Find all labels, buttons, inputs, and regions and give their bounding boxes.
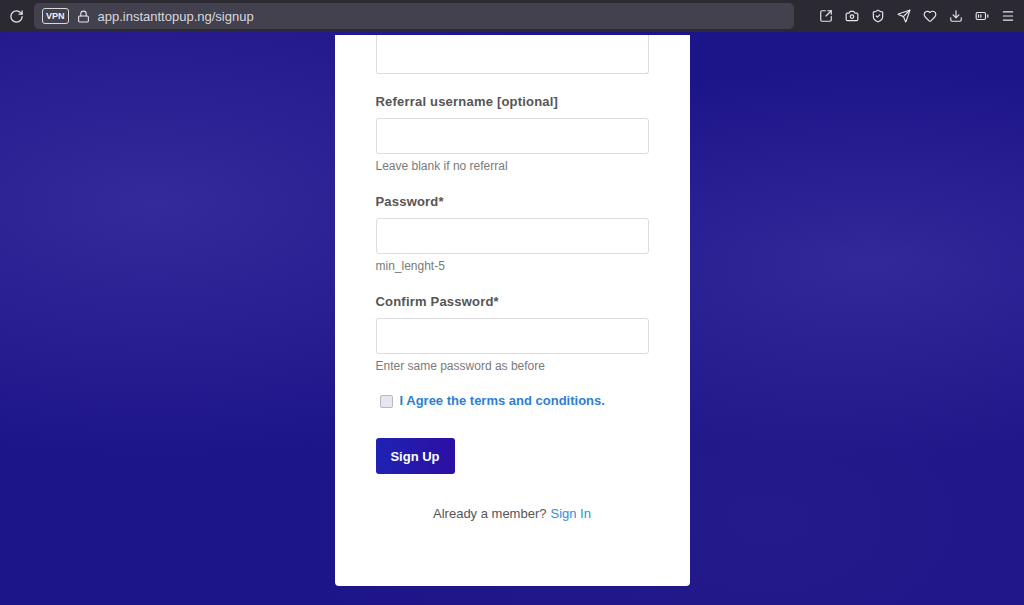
toolbar-button[interactable] xyxy=(816,6,836,26)
field-label: Password* xyxy=(376,194,649,210)
signup-button[interactable]: Sign Up xyxy=(376,438,455,474)
vpn-badge[interactable]: VPN xyxy=(42,8,69,24)
signin-prompt: Already a member? Sign In xyxy=(376,506,649,522)
form-field: Password* min_lenght-5 xyxy=(376,194,649,274)
field-hint: min_lenght-5 xyxy=(376,258,649,274)
toolbar-button[interactable] xyxy=(920,6,940,26)
text-input[interactable] xyxy=(376,35,649,74)
form-field xyxy=(376,35,649,74)
signin-link[interactable]: Sign In xyxy=(550,506,590,521)
terms-row[interactable]: I Agree the terms and conditions. xyxy=(380,393,649,409)
form-field: Referral username [optional] Leave blank … xyxy=(376,94,649,174)
toolbar-button[interactable] xyxy=(972,6,992,26)
reload-button[interactable] xyxy=(6,6,26,26)
lock-icon xyxy=(77,10,90,23)
text-input[interactable] xyxy=(376,118,649,154)
camera-icon[interactable] xyxy=(845,9,859,23)
shield-icon[interactable] xyxy=(871,9,885,23)
toolbar-button[interactable] xyxy=(946,6,966,26)
field-label: Referral username [optional] xyxy=(376,94,649,110)
page-background: Referral username [optional] Leave blank … xyxy=(0,32,1024,605)
terms-checkbox[interactable] xyxy=(380,395,393,408)
text-input[interactable] xyxy=(376,218,649,254)
field-hint: Enter same password as before xyxy=(376,358,649,374)
toolbar-button[interactable] xyxy=(894,6,914,26)
url-text[interactable]: app.instanttopup.ng/signup xyxy=(98,9,254,24)
toolbar-button[interactable] xyxy=(998,6,1018,26)
heart-icon[interactable] xyxy=(923,9,937,23)
browser-window: VPN app.instanttopup.ng/signup Referral us… xyxy=(0,0,1024,605)
signup-card: Referral username [optional] Leave blank … xyxy=(335,35,690,586)
field-label: Confirm Password* xyxy=(376,294,649,310)
background-photo: Referral username [optional] Leave blank … xyxy=(0,32,1024,605)
terms-link[interactable]: I Agree the terms and conditions. xyxy=(400,393,605,409)
share-icon[interactable] xyxy=(819,9,833,23)
send-icon[interactable] xyxy=(897,9,911,23)
battery-icon[interactable] xyxy=(975,9,989,23)
text-input[interactable] xyxy=(376,318,649,354)
form-field: Confirm Password* Enter same password as … xyxy=(376,294,649,374)
toolbar-button[interactable] xyxy=(868,6,888,26)
menu-icon[interactable] xyxy=(1001,9,1015,23)
address-bar[interactable]: VPN app.instanttopup.ng/signup xyxy=(34,3,794,29)
toolbar-button[interactable] xyxy=(842,6,862,26)
reload-icon[interactable] xyxy=(9,9,24,24)
browser-toolbar: VPN app.instanttopup.ng/signup xyxy=(0,0,1024,32)
toolbar-icons xyxy=(816,6,1018,26)
download-icon[interactable] xyxy=(949,9,963,23)
member-text: Already a member? xyxy=(433,506,546,521)
field-hint: Leave blank if no referral xyxy=(376,158,649,174)
